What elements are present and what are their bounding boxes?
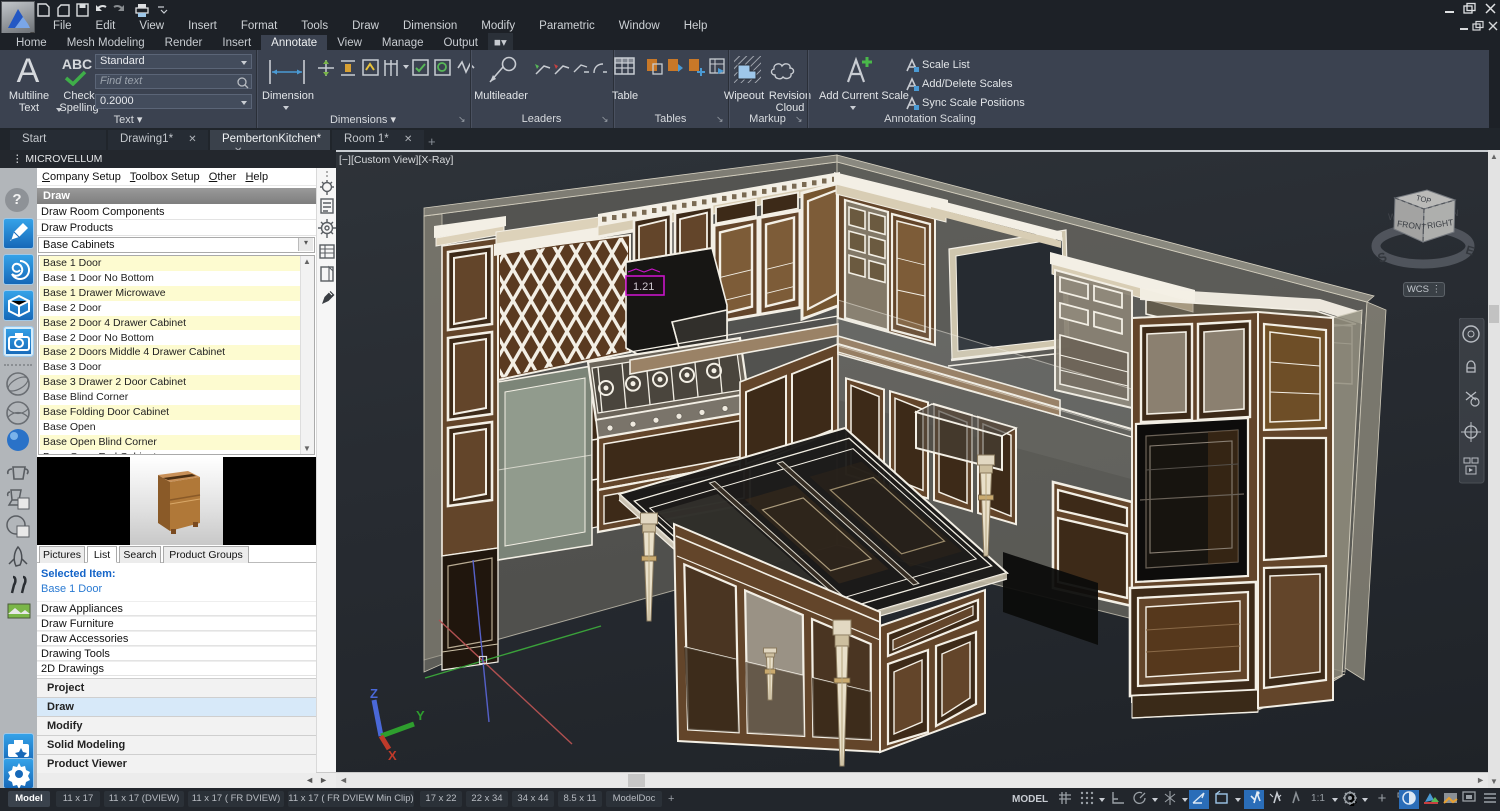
svg-text:Y: Y bbox=[416, 708, 425, 723]
svg-text:Z: Z bbox=[370, 686, 378, 701]
svg-text:X: X bbox=[388, 748, 397, 763]
svg-text:1.21: 1.21 bbox=[633, 281, 654, 293]
